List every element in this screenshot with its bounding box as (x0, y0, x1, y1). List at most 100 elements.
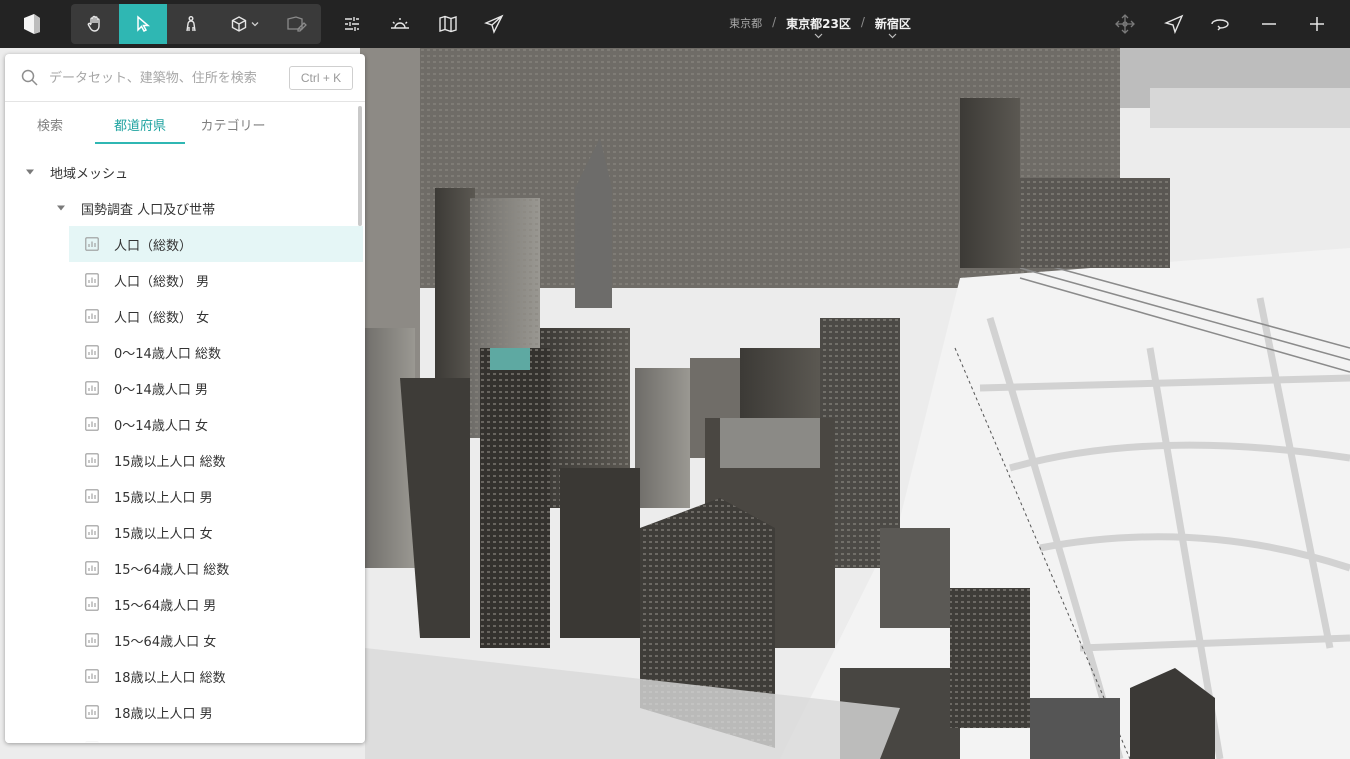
panel-tabs: 検索 都道府県 カテゴリー (5, 102, 365, 146)
dataset-panel: Ctrl + K 検索 都道府県 カテゴリー 地域メッシュ 国勢調査 人口及び世… (5, 54, 365, 743)
tab-category[interactable]: カテゴリー (185, 102, 281, 146)
dataset-item-label: 15歳以上人口 総数 (114, 454, 226, 470)
dataset-item-label: 15〜64歳人口 総数 (114, 562, 230, 578)
dataset-item-label: 18歳以上人口 男 (114, 706, 213, 722)
plus-icon (1310, 17, 1324, 31)
search-input[interactable] (49, 66, 279, 90)
chevron-down-icon (814, 33, 823, 39)
dataset-item-label: 人口（総数） 男 (114, 274, 210, 290)
breadcrumb: 東京都 / 東京都23区 / 新宿区 (700, 10, 940, 42)
dataset-item-label: 人口（総数） 女 (114, 310, 210, 326)
caret-down-icon (26, 169, 34, 175)
dataset-item-label: 15〜64歳人口 男 (114, 598, 217, 614)
breadcrumb-label: 東京都23区 (786, 17, 851, 31)
breadcrumb-separator: / (860, 15, 865, 29)
list-fade (5, 732, 365, 743)
dataset-item[interactable]: 人口（総数） (69, 226, 363, 262)
sunrise-icon (391, 18, 409, 29)
share-button[interactable] (474, 4, 514, 44)
dataset-item-label: 15歳以上人口 男 (114, 490, 213, 506)
breadcrumb-prefecture[interactable]: 東京都 (723, 10, 768, 31)
dataset-item-label: 人口（総数） (114, 238, 193, 254)
zoom-out-button[interactable] (1249, 4, 1289, 44)
bar-chart-icon (85, 309, 99, 323)
dataset-item[interactable]: 15〜64歳人口 女 (69, 622, 363, 658)
sketch-tool-button[interactable] (273, 4, 319, 44)
pedestrian-icon (186, 16, 196, 32)
chevron-down-icon (251, 22, 258, 27)
dataset-item[interactable]: 15歳以上人口 総数 (69, 442, 363, 478)
move-icon (1115, 14, 1135, 34)
bar-chart-icon (85, 237, 99, 251)
navigate-button[interactable] (1154, 4, 1194, 44)
breadcrumb-city[interactable]: 東京都23区 (780, 10, 857, 39)
breadcrumb-label: 東京都 (729, 17, 763, 30)
dataset-item[interactable]: 0〜14歳人口 女 (69, 406, 363, 442)
bar-chart-icon (85, 273, 99, 287)
bar-chart-icon (85, 417, 99, 431)
dataset-item[interactable]: 15歳以上人口 女 (69, 514, 363, 550)
search-icon (21, 69, 38, 86)
minus-icon (1262, 23, 1276, 25)
environment-button[interactable] (380, 4, 420, 44)
hand-tool-button[interactable] (71, 4, 119, 44)
dataset-tree: 地域メッシュ 国勢調査 人口及び世帯 人口（総数） 人口（総数） 男人口（総数） … (5, 154, 365, 743)
breadcrumb-ward[interactable]: 新宿区 (869, 10, 917, 39)
bar-chart-icon (85, 705, 99, 719)
pedestrian-tool-button[interactable] (167, 4, 215, 44)
sliders-icon (345, 17, 359, 31)
3d-tool-button[interactable] (215, 4, 273, 44)
map-button[interactable] (428, 4, 468, 44)
caret-down-icon (57, 205, 65, 211)
dataset-item[interactable]: 15〜64歳人口 男 (69, 586, 363, 622)
dataset-item[interactable]: 人口（総数） 男 (69, 262, 363, 298)
bar-chart-icon (85, 525, 99, 539)
logo-icon[interactable] (20, 12, 44, 36)
tree-node-census[interactable]: 国勢調査 人口及び世帯 (5, 190, 363, 226)
pointer-icon (137, 15, 151, 32)
dataset-item-label: 18歳以上人口 総数 (114, 670, 226, 686)
bar-chart-icon (85, 381, 99, 395)
tree-node-label: 地域メッシュ (50, 166, 129, 182)
dataset-item[interactable]: 0〜14歳人口 総数 (69, 334, 363, 370)
sketch-icon (287, 16, 307, 32)
bar-chart-icon (85, 345, 99, 359)
settings-button[interactable] (332, 4, 372, 44)
tree-node-regional-mesh[interactable]: 地域メッシュ (5, 154, 363, 190)
dataset-item[interactable]: 15歳以上人口 男 (69, 478, 363, 514)
dataset-item[interactable]: 18歳以上人口 総数 (69, 658, 363, 694)
move-button[interactable] (1105, 4, 1145, 44)
bar-chart-icon (85, 489, 99, 503)
tool-mode-group (71, 4, 321, 44)
search-bar: Ctrl + K (5, 54, 365, 102)
map-icon (439, 15, 457, 33)
dataset-item-label: 15歳以上人口 女 (114, 526, 213, 542)
bar-chart-icon (85, 561, 99, 575)
dataset-item-label: 15〜64歳人口 女 (114, 634, 217, 650)
dataset-item[interactable]: 0〜14歳人口 男 (69, 370, 363, 406)
bar-chart-icon (85, 453, 99, 467)
select-tool-button[interactable] (119, 4, 167, 44)
dataset-item[interactable]: 人口（総数） 女 (69, 298, 363, 334)
hand-icon (87, 15, 100, 32)
breadcrumb-label: 新宿区 (874, 17, 911, 31)
dataset-item[interactable]: 18歳以上人口 男 (69, 694, 363, 730)
bar-chart-icon (85, 633, 99, 647)
dataset-item-label: 0〜14歳人口 総数 (114, 346, 221, 362)
panel-scrollbar[interactable] (358, 106, 362, 226)
tree-node-label: 国勢調査 人口及び世帯 (81, 202, 216, 218)
shortcut-badge: Ctrl + K (289, 66, 353, 90)
dataset-item[interactable]: 15〜64歳人口 総数 (69, 550, 363, 586)
breadcrumb-separator: / (772, 15, 777, 29)
chevron-down-icon (888, 33, 897, 39)
bar-chart-icon (85, 669, 99, 683)
orbit-icon (1211, 19, 1229, 31)
tab-search[interactable]: 検索 (5, 102, 95, 146)
tab-prefecture[interactable]: 都道府県 (95, 102, 185, 146)
orbit-button[interactable] (1200, 4, 1240, 44)
dataset-item-label: 0〜14歳人口 男 (114, 382, 208, 398)
paper-plane-icon (484, 14, 504, 34)
cube-icon (231, 16, 246, 32)
zoom-in-button[interactable] (1297, 4, 1337, 44)
bar-chart-icon (85, 597, 99, 611)
